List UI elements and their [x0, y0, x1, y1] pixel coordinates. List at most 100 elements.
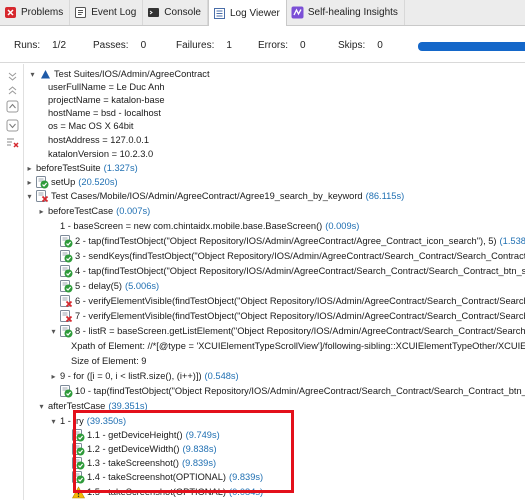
errors-stat: Errors: 0 — [258, 40, 306, 51]
tree-row[interactable]: 1 - baseScreen = new com.chintaidx.mobil… — [25, 220, 525, 233]
skips-stat: Skips: 0 — [338, 40, 383, 51]
log-viewer-icon — [213, 7, 226, 20]
tree-row[interactable]: Size of Element: 9 — [25, 355, 525, 368]
tree-row-text: katalonVersion = 10.2.3.0 — [48, 148, 153, 161]
tree-row-label: projectName = katalon-base — [48, 95, 165, 105]
pass-icon — [36, 176, 49, 189]
tree-row-label: 1 - try — [60, 416, 84, 426]
tree-row[interactable]: 5 - delay(5) (5.006s) — [25, 280, 525, 293]
tree-row-duration: (5.006s) — [125, 281, 160, 291]
tab-console[interactable]: Console — [143, 0, 208, 25]
tab-problems[interactable]: Problems — [0, 0, 71, 25]
tree-row[interactable]: 2 - tap(findTestObject("Object Repositor… — [25, 235, 525, 248]
tree-row-text: 1.2 - getDeviceWidth() (9.838s) — [87, 443, 217, 456]
tree-row[interactable]: ▸ beforeTestCase (0.007s) — [25, 205, 525, 218]
expand-chevron-icon[interactable]: ▾ — [28, 68, 37, 81]
tree-row-text: hostAddress = 127.0.0.1 — [48, 134, 149, 147]
previous-failure-icon[interactable] — [6, 100, 19, 113]
collapse-chevron-icon[interactable]: ▸ — [49, 370, 58, 383]
collapse-all-icon[interactable] — [6, 84, 19, 97]
tab-self-healing-insights[interactable]: Self-healing Insights — [287, 0, 405, 25]
next-failure-icon[interactable] — [6, 119, 19, 132]
expand-chevron-icon[interactable]: ▾ — [49, 415, 58, 428]
pass-icon — [72, 457, 85, 470]
problems-icon — [4, 6, 17, 19]
tree-row-label: katalonVersion = 10.2.3.0 — [48, 149, 154, 159]
expand-chevron-icon[interactable]: ▾ — [49, 325, 58, 338]
tree-row-label: userFullName = Le Duc Anh — [48, 82, 165, 92]
tree-row[interactable]: ▾ Test Cases/Mobile/IOS/Admin/AgreeContra… — [25, 190, 525, 203]
tree-row-text: Xpath of Element: //*[@type = 'XCUIEleme… — [71, 340, 525, 353]
tree-row[interactable]: ▾ 8 - listR = baseScreen.getListElement("… — [25, 325, 525, 338]
expand-chevron-icon[interactable]: ▾ — [25, 190, 34, 203]
pass-icon — [72, 443, 85, 456]
tree-row[interactable]: 4 - tap(findTestObject("Object Repositor… — [25, 265, 525, 278]
tree-row[interactable]: ▸ setUp (20.520s) — [25, 176, 525, 189]
tree-row[interactable]: 1.3 - takeScreenshot() (9.839s) — [25, 457, 525, 470]
tree-row[interactable]: userFullName = Le Duc Anh — [25, 81, 525, 94]
failures-stat: Failures: 1 — [176, 40, 232, 51]
pass-icon — [72, 471, 85, 484]
tree-row-label: 10 - tap(findTestObject("Object Reposito… — [75, 386, 525, 396]
skips-label: Skips: — [338, 40, 366, 51]
tab-log-viewer[interactable]: Log Viewer — [208, 0, 287, 26]
tree-row-duration: (9.838s) — [182, 444, 217, 454]
tree-row[interactable]: 10 - tap(findTestObject("Object Reposito… — [25, 385, 525, 398]
tree-row-text: hostName = bsd - localhost — [48, 107, 161, 120]
collapse-chevron-icon[interactable]: ▸ — [37, 205, 46, 218]
tree-row-text: 3 - sendKeys(findTestObject("Object Repo… — [75, 250, 525, 263]
collapse-chevron-icon[interactable]: ▸ — [25, 176, 34, 189]
show-failures-only-icon[interactable] — [6, 136, 19, 149]
tree-row[interactable]: 1.5 - takeScreenshot(OPTIONAL) (0.084s) — [25, 486, 525, 499]
tree-row-text: projectName = katalon-base — [48, 94, 165, 107]
fail-icon — [60, 295, 73, 308]
tab-label: Console — [164, 7, 201, 18]
tree-row[interactable]: 6 - verifyElementVisible(findTestObject(… — [25, 295, 525, 308]
failures-value: 1 — [226, 40, 232, 51]
fail-icon — [36, 190, 49, 203]
tree-row[interactable]: Xpath of Element: //*[@type = 'XCUIEleme… — [25, 340, 525, 353]
tree-row[interactable]: 7 - verifyElementVisible(findTestObject(… — [25, 310, 525, 323]
tree-row[interactable]: 1.1 - getDeviceHeight() (9.749s) — [25, 429, 525, 442]
tree-row-text: 1.4 - takeScreenshot(OPTIONAL) (9.839s) — [87, 471, 263, 484]
errors-value: 0 — [300, 40, 306, 51]
tree-row-text: setUp (20.520s) — [51, 176, 118, 189]
tree-row[interactable]: hostName = bsd - localhost — [25, 107, 525, 120]
tree-row[interactable]: ▸ 9 - for ([i = 0, i < listR.size(), (i++… — [25, 370, 525, 383]
tree-row-duration: (9.839s) — [229, 472, 264, 482]
progress-bar — [418, 42, 525, 51]
tree-row[interactable]: ▾ Test Suites/IOS/Admin/AgreeContract — [25, 68, 525, 81]
tree-row-duration: (86.115s) — [365, 191, 405, 201]
tree-row-text: afterTestCase (39.351s) — [48, 400, 148, 413]
fail-icon — [60, 310, 73, 323]
log-toolbar — [0, 64, 24, 500]
collapse-chevron-icon[interactable]: ▸ — [25, 162, 34, 175]
tree-row-duration: (39.351s) — [108, 401, 148, 411]
expand-chevron-icon[interactable]: ▾ — [37, 400, 46, 413]
tree-row[interactable]: 1.4 - takeScreenshot(OPTIONAL) (9.839s) — [25, 471, 525, 484]
tree-row-text: 8 - listR = baseScreen.getListElement("O… — [75, 325, 525, 338]
tree-row-duration: (9.749s) — [185, 430, 220, 440]
tree-row-duration: (1.327s) — [103, 163, 138, 173]
tree-row[interactable]: projectName = katalon-base — [25, 94, 525, 107]
expand-all-icon[interactable] — [6, 70, 19, 83]
tree-row[interactable]: os = Mac OS X 64bit — [25, 120, 525, 133]
tab-label: Event Log — [91, 7, 137, 18]
tree-row[interactable]: katalonVersion = 10.2.3.0 — [25, 148, 525, 161]
tree-row-text: 1 - baseScreen = new com.chintaidx.mobil… — [60, 220, 359, 233]
tab-event-log[interactable]: Event Log — [70, 0, 144, 25]
tree-row-label: Test Suites/IOS/Admin/AgreeContract — [54, 69, 210, 79]
tree-row-text: Size of Element: 9 — [71, 355, 146, 368]
tree-row-duration: (9.839s) — [181, 458, 217, 468]
tree-row[interactable]: ▾ afterTestCase (39.351s) — [25, 400, 525, 413]
tree-row[interactable]: 3 - sendKeys(findTestObject("Object Repo… — [25, 250, 525, 263]
passes-label: Passes: — [93, 40, 129, 51]
tree-row[interactable]: 1.2 - getDeviceWidth() (9.838s) — [25, 443, 525, 456]
tree-row[interactable]: ▸ beforeTestSuite (1.327s) — [25, 162, 525, 175]
pass-icon — [60, 385, 73, 398]
tree-row-label: 1.5 - takeScreenshot(OPTIONAL) — [87, 487, 226, 497]
tree-row[interactable]: ▾ 1 - try (39.350s) — [25, 415, 525, 428]
tree-row-label: 2 - tap(findTestObject("Object Repositor… — [75, 236, 497, 246]
tree-row-text: 2 - tap(findTestObject("Object Repositor… — [75, 235, 525, 248]
tree-row[interactable]: hostAddress = 127.0.0.1 — [25, 134, 525, 147]
